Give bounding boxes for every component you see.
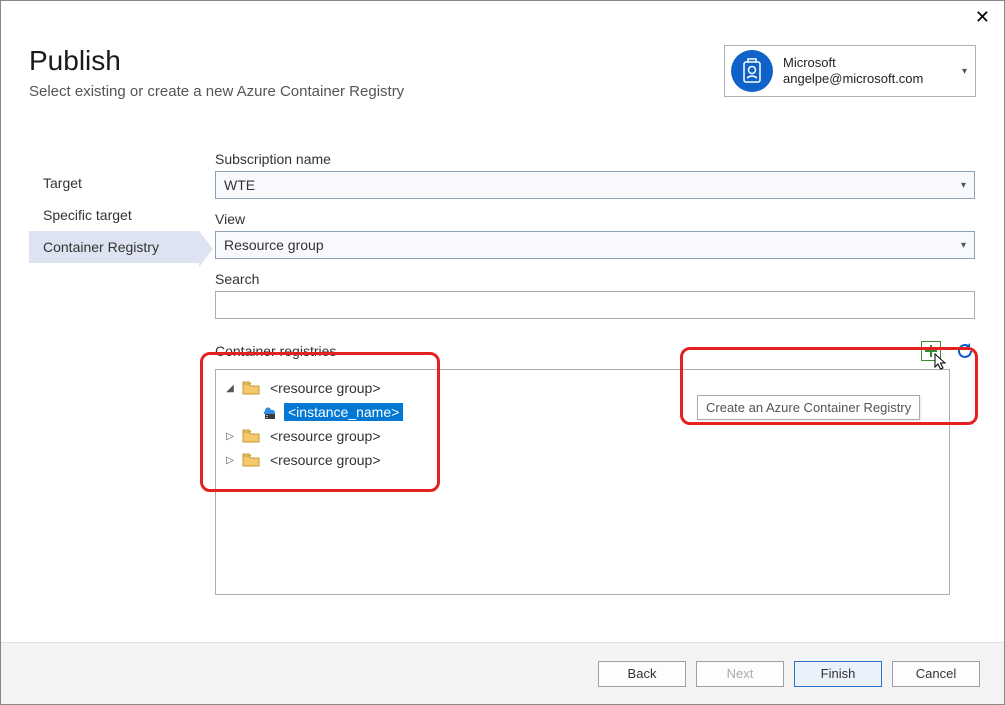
account-text: Microsoft angelpe@microsoft.com xyxy=(783,55,923,86)
folder-icon xyxy=(242,453,260,467)
create-registry-tooltip: Create an Azure Container Registry xyxy=(697,395,920,420)
dialog-footer: Back Next Finish Cancel xyxy=(1,642,1004,704)
registries-section: Container registries xyxy=(215,341,975,595)
expand-icon[interactable]: ▷ xyxy=(224,431,236,442)
account-picker[interactable]: Microsoft angelpe@microsoft.com ▾ xyxy=(724,45,976,97)
chevron-down-icon: ▾ xyxy=(961,240,966,251)
create-registry-button[interactable] xyxy=(921,341,941,361)
tree-node-label: <resource group> xyxy=(266,379,385,397)
folder-icon xyxy=(242,381,260,395)
refresh-icon xyxy=(956,342,974,360)
cloud-registry-icon xyxy=(260,404,278,420)
view-value: Resource group xyxy=(224,237,324,253)
folder-icon xyxy=(242,429,260,443)
cancel-button[interactable]: Cancel xyxy=(892,661,980,687)
next-button[interactable]: Next xyxy=(696,661,784,687)
expand-icon[interactable]: ▷ xyxy=(224,455,236,466)
registries-header: Container registries xyxy=(215,341,975,361)
tree-node-label: <resource group> xyxy=(266,451,385,469)
form: Subscription name WTE ▾ View Resource gr… xyxy=(215,151,975,595)
collapse-icon[interactable]: ◢ xyxy=(224,383,236,394)
view-label: View xyxy=(215,211,975,227)
wizard-steps: Target Specific target Container Registr… xyxy=(29,167,199,263)
registries-label: Container registries xyxy=(215,343,921,359)
finish-button[interactable]: Finish xyxy=(794,661,882,687)
tree-node-label: <resource group> xyxy=(266,427,385,445)
refresh-button[interactable] xyxy=(955,341,975,361)
subscription-value: WTE xyxy=(224,177,255,193)
step-specific-target[interactable]: Specific target xyxy=(29,199,199,231)
step-container-registry[interactable]: Container Registry xyxy=(29,231,199,263)
publish-dialog: ✕ Publish Select existing or create a ne… xyxy=(0,0,1005,705)
chevron-down-icon: ▾ xyxy=(961,180,966,191)
search-label: Search xyxy=(215,271,975,287)
subscription-dropdown[interactable]: WTE ▾ xyxy=(215,171,975,199)
account-email: angelpe@microsoft.com xyxy=(783,71,923,87)
search-input[interactable] xyxy=(215,291,975,319)
chevron-down-icon: ▾ xyxy=(962,66,969,77)
step-target[interactable]: Target xyxy=(29,167,199,199)
account-org: Microsoft xyxy=(783,55,923,71)
tree-node-collapsed[interactable]: ▷ <resource group> xyxy=(220,424,945,448)
view-dropdown[interactable]: Resource group ▾ xyxy=(215,231,975,259)
tree-node-collapsed[interactable]: ▷ <resource group> xyxy=(220,448,945,472)
back-button[interactable]: Back xyxy=(598,661,686,687)
badge-icon xyxy=(731,50,773,92)
tree-node-label-selected: <instance_name> xyxy=(284,403,403,421)
close-button[interactable]: ✕ xyxy=(975,7,990,28)
plus-icon xyxy=(924,344,938,358)
subscription-label: Subscription name xyxy=(215,151,975,167)
